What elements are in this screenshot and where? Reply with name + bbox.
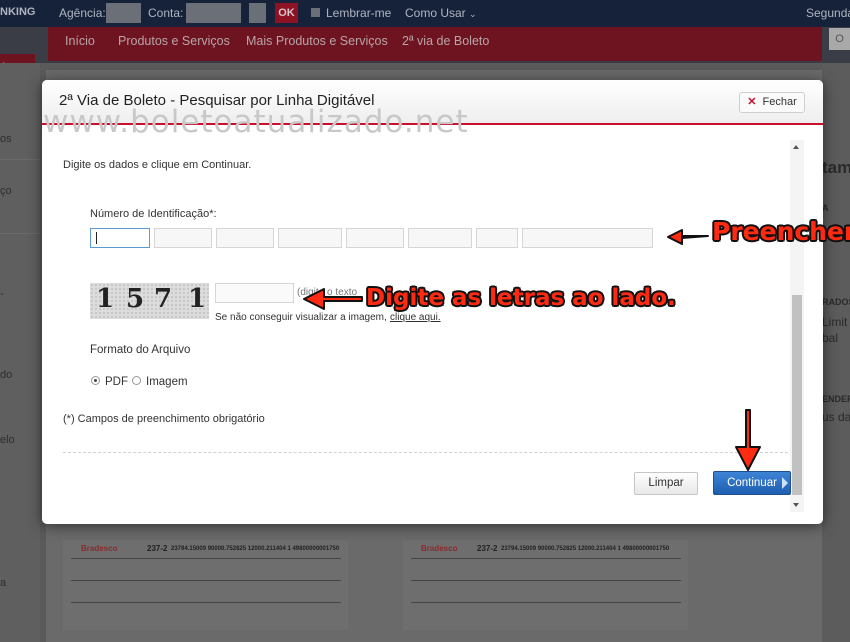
annotation-fill-text: Preencher	[712, 217, 850, 246]
left-arrow-icon	[667, 229, 709, 245]
left-arrow-icon	[303, 288, 363, 310]
annotation-layer	[303, 229, 761, 471]
annotation-captcha-text: Digite as letras ao lado.	[366, 285, 676, 311]
down-arrow-icon	[735, 409, 761, 471]
